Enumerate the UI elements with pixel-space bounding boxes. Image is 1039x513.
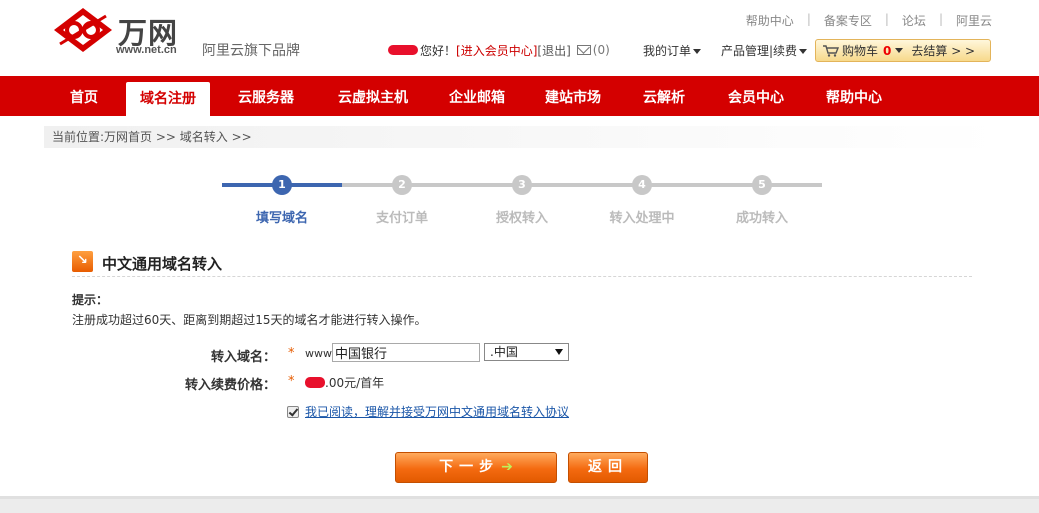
nav-item-home[interactable]: 首页	[58, 76, 110, 116]
nav-item-member-center[interactable]: 会员中心	[718, 76, 794, 116]
toplink-forum[interactable]: 论坛	[902, 12, 926, 29]
brand-slogan: 阿里云旗下品牌	[202, 40, 300, 60]
step-3-dot: 3	[512, 175, 532, 195]
checkout-link[interactable]: 去结算 > >	[911, 42, 975, 59]
mail-icon[interactable]	[577, 45, 591, 55]
step-5-dot: 5	[752, 175, 772, 195]
domain-suffix-select[interactable]: .中国	[484, 343, 569, 361]
redacted-price	[305, 377, 325, 388]
cart-icon	[823, 45, 839, 57]
breadcrumb: 当前位置:万网首页 >> 域名转入 >>	[44, 126, 1002, 148]
user-bar: 您好！ [进入会员中心] [退出] (0)	[388, 42, 610, 58]
agreement-link[interactable]: 我已阅读，理解并接受万网中文通用域名转入协议	[305, 403, 569, 420]
www-prefix: www.	[305, 347, 334, 360]
step-track	[342, 183, 822, 187]
section-title: 中文通用域名转入	[102, 253, 222, 274]
nav-item-cloud-hosting[interactable]: 云虚拟主机	[328, 76, 418, 116]
domain-suffix-value: .中国	[490, 345, 518, 359]
arrow-right-icon: ↘	[72, 251, 93, 272]
required-mark: *	[288, 374, 295, 389]
next-button-label: 下一步	[439, 459, 499, 475]
my-orders-menu[interactable]: 我的订单	[643, 42, 701, 59]
divider: |	[807, 12, 811, 29]
domain-label: 转入域名：	[126, 346, 276, 365]
nav-item-enterprise-mail[interactable]: 企业邮箱	[440, 76, 514, 116]
chevron-down-icon[interactable]	[895, 48, 903, 53]
nav-item-site-market[interactable]: 建站市场	[536, 76, 610, 116]
header: 万网 www.net.cn 阿里云旗下品牌 帮助中心 | 备案专区 | 论坛 |…	[0, 0, 1039, 76]
mail-count[interactable]: (0)	[593, 43, 610, 57]
divider: |	[939, 12, 943, 29]
product-management-menu[interactable]: 产品管理|续费	[721, 42, 807, 59]
greeting: 您好！	[420, 42, 456, 59]
next-button[interactable]: 下一步➔	[395, 452, 557, 483]
cart-label: 购物车	[842, 42, 878, 59]
step-4-label: 转入处理中	[597, 207, 687, 226]
nav-item-help-center[interactable]: 帮助中心	[816, 76, 892, 116]
toplink-aliyun[interactable]: 阿里云	[956, 12, 992, 29]
agree-checkbox[interactable]	[287, 406, 299, 418]
wanwang-logo-icon	[52, 6, 114, 54]
back-button-label: 返回	[588, 459, 628, 475]
nav-item-cloud-server[interactable]: 云服务器	[228, 76, 304, 116]
nav-item-domain-register[interactable]: 域名注册	[126, 82, 210, 116]
required-mark: *	[288, 346, 295, 361]
product-management-label: 产品管理|续费	[721, 44, 797, 58]
redacted-username	[388, 45, 418, 55]
tip-text: 注册成功超过60天、距离到期超过15天的域名才能进行转入操作。	[72, 311, 427, 328]
chevron-down-icon	[799, 49, 807, 54]
divider: |	[885, 12, 889, 29]
step-2-dot: 2	[392, 175, 412, 195]
toplink-beian[interactable]: 备案专区	[824, 12, 872, 29]
back-button[interactable]: 返回	[568, 452, 648, 483]
chevron-down-icon	[555, 349, 563, 355]
step-5-label: 成功转入	[717, 207, 807, 226]
step-3-label: 授权转入	[477, 207, 567, 226]
step-1-label: 填写域名	[237, 207, 327, 226]
my-orders-label: 我的订单	[643, 44, 691, 58]
footer-bar	[0, 496, 1039, 513]
chevron-down-icon	[693, 49, 701, 54]
price-suffix: .00元/首年	[325, 374, 384, 391]
arrow-right-icon: ➔	[501, 453, 513, 482]
price-label: 转入续费价格：	[126, 374, 276, 393]
step-4-dot: 4	[632, 175, 652, 195]
logout-link[interactable]: [退出]	[537, 42, 570, 59]
logo[interactable]: 万网 www.net.cn 阿里云旗下品牌	[50, 4, 320, 60]
toplink-help[interactable]: 帮助中心	[746, 12, 794, 29]
cart-count: 0	[883, 44, 891, 58]
cart-button[interactable]: 购物车 0 去结算 > >	[815, 39, 991, 62]
brand-url: www.net.cn	[116, 44, 177, 56]
progress-steps: 1 2 3 4 5 填写域名 支付订单 授权转入 转入处理中 成功转入	[222, 172, 822, 232]
member-center-link[interactable]: [进入会员中心]	[456, 42, 537, 59]
top-links: 帮助中心 | 备案专区 | 论坛 | 阿里云	[746, 12, 992, 29]
tip-title: 提示：	[72, 291, 108, 308]
main-nav: 首页 域名注册 云服务器 云虚拟主机 企业邮箱 建站市场 云解析 会员中心 帮助…	[0, 76, 1039, 116]
section-divider	[72, 276, 972, 277]
nav-item-cloud-dns[interactable]: 云解析	[634, 76, 694, 116]
agreement-row: 我已阅读，理解并接受万网中文通用域名转入协议	[287, 403, 569, 420]
step-1-dot: 1	[272, 175, 292, 195]
price-value: .00元/首年	[305, 374, 384, 391]
domain-name-input[interactable]	[332, 343, 480, 362]
step-2-label: 支付订单	[357, 207, 447, 226]
